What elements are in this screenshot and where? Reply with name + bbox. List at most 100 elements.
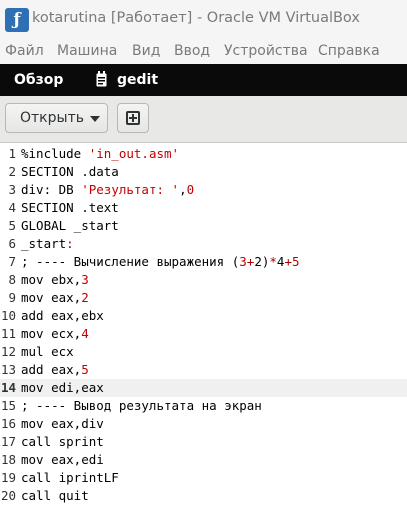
line-number: 4 xyxy=(8,200,16,215)
token-text: SECTION .text xyxy=(21,200,119,215)
text-editor-icon xyxy=(96,71,107,87)
code-text: SECTION .text xyxy=(21,199,119,217)
token-num: 5 xyxy=(291,254,300,269)
code-text: ; ---- Вычисление выражения (3+2)*4+5 xyxy=(21,253,300,271)
menu-machine[interactable]: Машина xyxy=(57,43,117,59)
window-titlebar: ƒ kotarutina [Работает] - Oracle VM Virt… xyxy=(0,0,407,40)
line-number: 14 xyxy=(0,380,16,395)
code-line[interactable]: 8 mov ebx,3 xyxy=(0,271,407,289)
line-number: 3 xyxy=(8,182,16,197)
token-num: 3 xyxy=(81,272,89,287)
token-text: ; ---- Вывод результата на экран xyxy=(21,398,262,413)
code-text: call quit xyxy=(21,487,89,505)
open-button-label: Открыть xyxy=(20,110,84,126)
line-number: 15 xyxy=(0,398,16,413)
token-op: * xyxy=(269,254,277,269)
token-str: 'in_out.asm' xyxy=(88,146,180,161)
line-number: 6 xyxy=(8,236,16,251)
token-text: mov edi,eax xyxy=(21,380,104,395)
code-line[interactable]: 12 mul ecx xyxy=(0,343,407,361)
token-text: add eax, xyxy=(21,362,82,377)
code-text: mov eax,edi xyxy=(21,451,104,469)
line-number: 12 xyxy=(0,344,16,359)
line-number: 5 xyxy=(8,218,16,233)
token-text: ; ---- Вычисление выражения ( xyxy=(21,254,240,269)
token-text: add eax,ebx xyxy=(21,308,104,323)
menu-bar: Файл Машина Вид Ввод Устройства Справка xyxy=(0,40,407,64)
code-line[interactable]: 18 mov eax,edi xyxy=(0,451,407,469)
token-text: %include xyxy=(21,146,89,161)
token-num: 3 xyxy=(239,254,247,269)
code-line[interactable]: 2 SECTION .data xyxy=(0,163,407,181)
menu-input[interactable]: Ввод xyxy=(174,43,210,59)
code-text: call sprint xyxy=(21,433,104,451)
token-text: SECTION .data xyxy=(21,164,119,179)
code-line[interactable]: 9 mov eax,2 xyxy=(0,289,407,307)
code-line[interactable]: 16 mov eax,div xyxy=(0,415,407,433)
code-editor[interactable]: 1 %include 'in_out.asm' 2 SECTION .data 3 div… xyxy=(0,143,407,530)
line-number: 10 xyxy=(0,308,16,323)
app-menu-gedit[interactable]: gedit xyxy=(117,72,158,88)
token-num: 5 xyxy=(81,362,89,377)
code-text: mov ebx,3 xyxy=(21,271,89,289)
line-number: 20 xyxy=(0,488,16,503)
line-number: 18 xyxy=(0,452,16,467)
code-text: add eax,5 xyxy=(21,361,89,379)
token-text: mov eax, xyxy=(21,290,82,305)
token-num: 4 xyxy=(81,326,89,341)
token-text: mul ecx xyxy=(21,344,74,359)
line-number: 19 xyxy=(0,470,16,485)
code-text: mul ecx xyxy=(21,343,74,361)
token-text: , xyxy=(179,182,187,197)
code-text: GLOBAL _start xyxy=(21,217,119,235)
token-op: + xyxy=(284,254,292,269)
token-str: 'Результат: ' xyxy=(81,182,180,197)
line-number: 7 xyxy=(8,254,16,269)
token-text: 2 xyxy=(254,254,262,269)
token-text: call sprint xyxy=(21,434,104,449)
code-line[interactable]: 13 add eax,5 xyxy=(0,361,407,379)
code-line[interactable]: 14 mov edi,eax xyxy=(0,379,407,397)
gnome-top-bar: Обзор gedit xyxy=(0,64,407,96)
menu-file[interactable]: Файл xyxy=(5,43,44,59)
token-text: mov eax,div xyxy=(21,416,104,431)
new-document-icon xyxy=(126,111,140,125)
gedit-header-bar: Открыть xyxy=(0,96,407,143)
code-line[interactable]: 15 ; ---- Вывод результата на экран xyxy=(0,397,407,415)
code-line[interactable]: 20 call quit xyxy=(0,487,407,505)
token-text: div: DB xyxy=(21,182,82,197)
code-text: mov eax,div xyxy=(21,415,104,433)
code-text: div: DB 'Результат: ',0 xyxy=(21,181,194,199)
code-line[interactable]: 3 div: DB 'Результат: ',0 xyxy=(0,181,407,199)
code-text: %include 'in_out.asm' xyxy=(21,145,179,163)
chevron-down-icon[interactable] xyxy=(90,116,100,122)
code-line[interactable]: 6 _start: xyxy=(0,235,407,253)
token-text: call quit xyxy=(21,488,89,503)
token-text: mov ebx, xyxy=(21,272,82,287)
code-line[interactable]: 10 add eax,ebx xyxy=(0,307,407,325)
code-text: mov eax,2 xyxy=(21,289,89,307)
line-number: 8 xyxy=(8,272,16,287)
code-text: call iprintLF xyxy=(21,469,119,487)
code-line[interactable]: 1 %include 'in_out.asm' xyxy=(0,145,407,163)
code-line[interactable]: 4 SECTION .text xyxy=(0,199,407,217)
code-line[interactable]: 17 call sprint xyxy=(0,433,407,451)
new-document-button[interactable] xyxy=(117,103,149,133)
activities-button[interactable]: Обзор xyxy=(14,72,63,88)
code-text: _start: xyxy=(21,235,74,253)
line-number: 9 xyxy=(8,290,16,305)
code-line[interactable]: 19 call iprintLF xyxy=(0,469,407,487)
token-num: 2 xyxy=(81,290,89,305)
token-text: mov eax,edi xyxy=(21,452,104,467)
menu-devices[interactable]: Устройства xyxy=(224,43,308,59)
code-line[interactable]: 7; ---- Вычисление выражения (3+2)*4+5 xyxy=(0,253,407,271)
menu-help[interactable]: Справка xyxy=(318,43,380,59)
code-line[interactable]: 5 GLOBAL _start xyxy=(0,217,407,235)
code-line[interactable]: 11 mov ecx,4 xyxy=(0,325,407,343)
token-text: mov ecx, xyxy=(21,326,82,341)
line-number: 13 xyxy=(0,362,16,377)
code-text: add eax,ebx xyxy=(21,307,104,325)
line-number: 17 xyxy=(0,434,16,449)
open-button[interactable]: Открыть xyxy=(5,103,108,133)
menu-view[interactable]: Вид xyxy=(132,43,160,59)
